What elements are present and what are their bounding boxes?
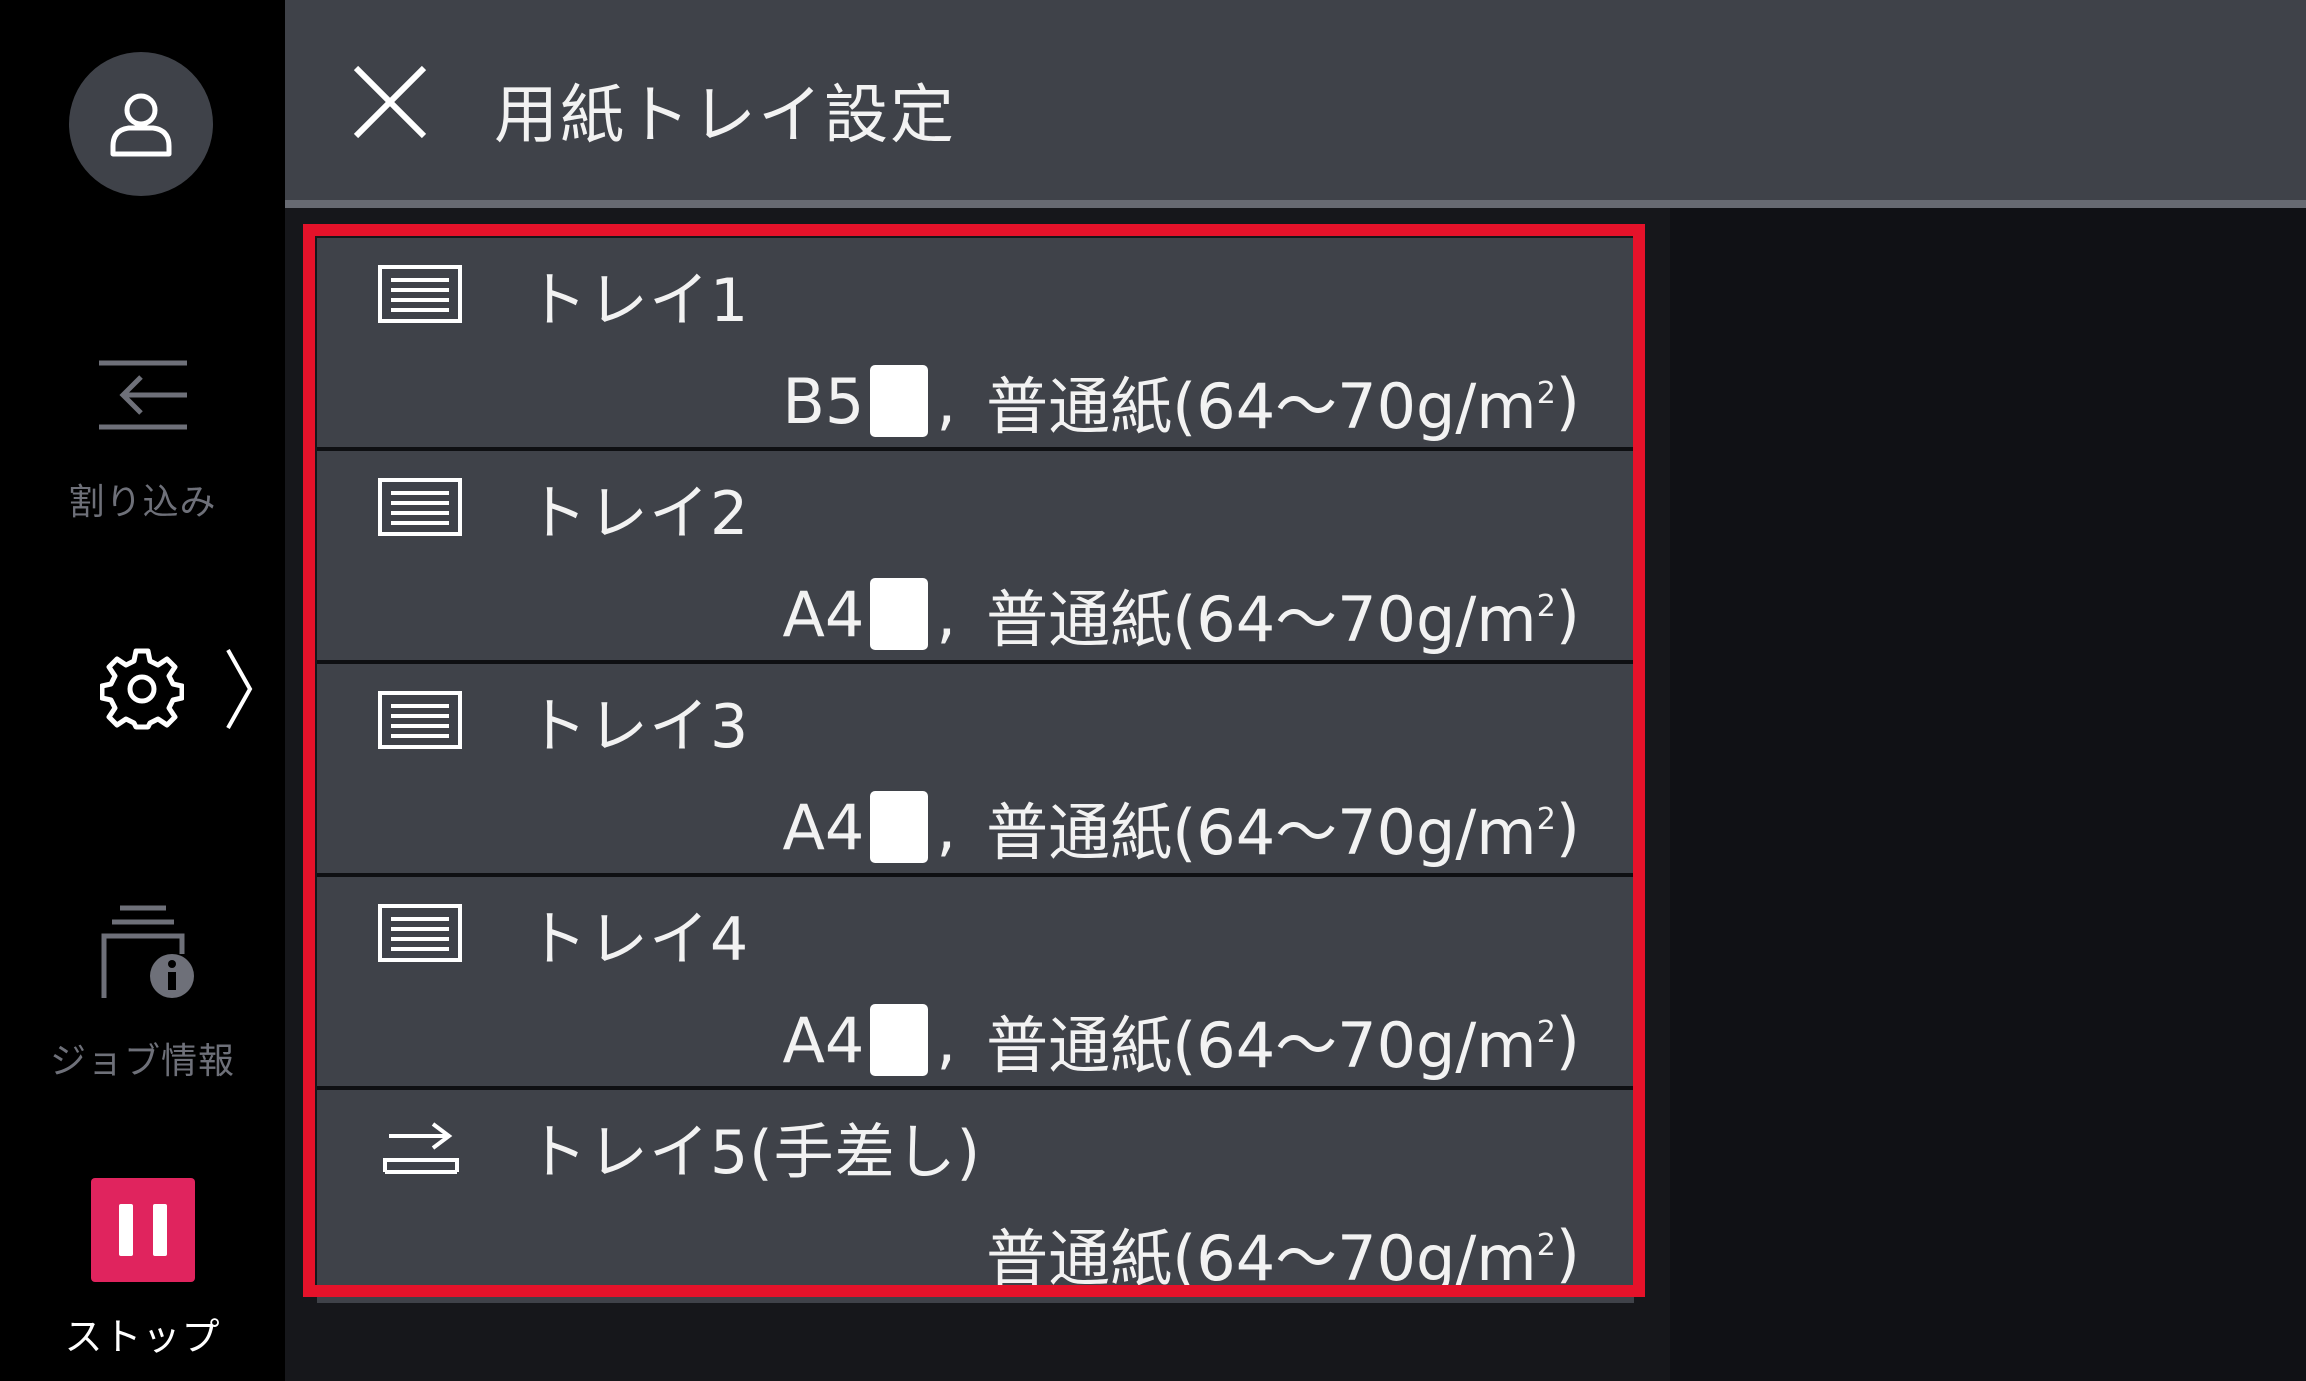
interrupt-label: 割り込み	[68, 482, 217, 523]
separator: ,	[936, 577, 957, 651]
paren-close: )	[1555, 1216, 1580, 1290]
tray-name: トレイ5(手差し)	[527, 1118, 981, 1188]
tray-detail: A4 , 普通紙(64〜70g/m 2)	[783, 995, 1581, 1085]
paper-size: A4	[782, 790, 865, 864]
user-icon	[110, 93, 172, 157]
unit-superscript: 2	[1536, 375, 1556, 411]
settings-button[interactable]	[0, 640, 285, 740]
tray-item-3[interactable]: トレイ3 A4 , 普通紙(64〜70g/m 2)	[317, 664, 1634, 877]
paper-orientation-icon	[870, 791, 929, 863]
paper-size: A4	[782, 577, 865, 651]
paren-close: )	[1555, 790, 1580, 864]
pause-icon	[90, 1178, 195, 1282]
gear-icon	[100, 648, 184, 730]
paren-close: )	[1555, 364, 1580, 438]
paper-type: 普通紙(64〜70g/m	[986, 370, 1537, 443]
unit-superscript: 2	[1536, 588, 1556, 624]
header-divider	[285, 200, 2306, 208]
tray-detail: A4 , 普通紙(64〜70g/m 2)	[783, 569, 1581, 659]
tray-item-2[interactable]: トレイ2 A4 , 普通紙(64〜70g/m 2)	[317, 451, 1634, 664]
tray-item-1[interactable]: トレイ1 B5 , 普通紙(64〜70g/m 2)	[317, 238, 1634, 451]
tray-stack-icon	[378, 265, 462, 323]
paren-close: )	[1555, 1003, 1580, 1077]
unit-superscript: 2	[1536, 801, 1556, 837]
paper-type: 普通紙(64〜70g/m	[986, 583, 1537, 656]
paper-orientation-icon	[870, 365, 929, 437]
job-info-button[interactable]: ジョブ情報	[0, 902, 285, 1084]
paper-orientation-icon	[870, 578, 929, 650]
tray-stack-icon	[378, 478, 462, 536]
page-title: 用紙トレイ設定	[494, 79, 956, 153]
separator: ,	[936, 364, 957, 438]
separator: ,	[936, 790, 957, 864]
paren-close: )	[1555, 577, 1580, 651]
stop-label: ストップ	[64, 1315, 221, 1359]
paper-type: 普通紙(64〜70g/m	[986, 1222, 1537, 1295]
tray-list: トレイ1 B5 , 普通紙(64〜70g/m 2) トレイ2 A4 , 普通紙(6…	[317, 238, 1634, 1303]
tray-stack-icon	[378, 904, 462, 962]
tray-name: トレイ2	[527, 479, 750, 549]
unit-superscript: 2	[1536, 1014, 1556, 1050]
unit-superscript: 2	[1536, 1227, 1556, 1263]
interrupt-button[interactable]: 割り込み	[0, 355, 285, 525]
tray-item-4[interactable]: トレイ4 A4 , 普通紙(64〜70g/m 2)	[317, 877, 1634, 1090]
paper-orientation-icon	[870, 1004, 929, 1076]
separator: ,	[936, 1003, 957, 1077]
tray-item-5[interactable]: トレイ5(手差し) 普通紙(64〜70g/m 2)	[317, 1090, 1634, 1303]
stop-button[interactable]: ストップ	[0, 1178, 285, 1361]
paper-type: 普通紙(64〜70g/m	[986, 796, 1537, 869]
tray-detail: 普通紙(64〜70g/m 2)	[986, 1208, 1580, 1298]
tray-name: トレイ1	[527, 266, 750, 336]
tray-detail: A4 , 普通紙(64〜70g/m 2)	[783, 782, 1581, 872]
tray-detail: B5 , 普通紙(64〜70g/m 2)	[782, 356, 1580, 446]
tray-name: トレイ3	[527, 692, 750, 762]
tray-stack-icon	[378, 691, 462, 749]
paper-size: A4	[782, 1003, 865, 1077]
bypass-tray-icon	[383, 1122, 459, 1174]
tray-name: トレイ4	[527, 905, 750, 975]
close-icon[interactable]	[350, 62, 430, 142]
sidebar: 割り込み ジョブ情報 ストップ	[0, 0, 285, 1381]
paper-size: B5	[782, 364, 865, 438]
chevron-right-icon	[226, 649, 253, 729]
user-button[interactable]	[69, 52, 213, 196]
interrupt-icon	[98, 360, 187, 430]
job-info-label: ジョブ情報	[49, 1041, 235, 1082]
paper-type: 普通紙(64〜70g/m	[986, 1009, 1537, 1082]
job-info-icon	[101, 905, 194, 998]
